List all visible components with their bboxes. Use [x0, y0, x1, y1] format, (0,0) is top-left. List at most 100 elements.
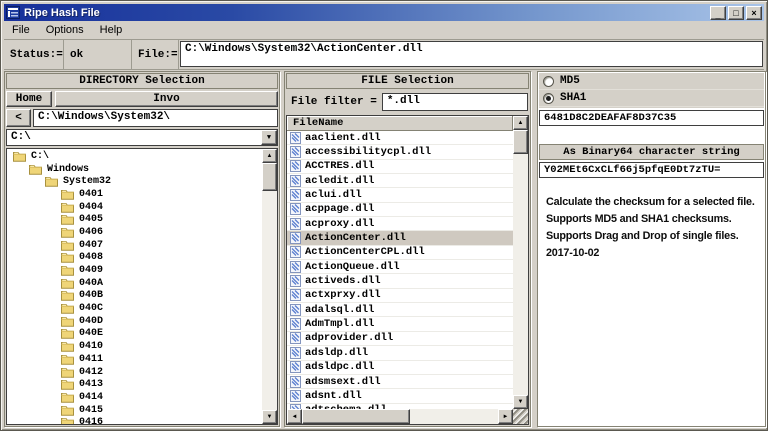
tree-scrollbar[interactable]: ▲ ▼	[262, 149, 277, 424]
file-filter-input[interactable]: *.dll	[381, 93, 528, 111]
tree-item[interactable]: C:\	[7, 150, 261, 163]
close-button[interactable]: ×	[746, 5, 762, 20]
tree-item[interactable]: 040A	[7, 277, 261, 290]
file-hscrollbar-track[interactable]	[410, 409, 498, 424]
file-row[interactable]: acproxy.dll	[287, 217, 513, 232]
file-hscrollbar-thumb[interactable]	[302, 409, 410, 424]
menu-item[interactable]: Help	[92, 23, 131, 38]
file-row[interactable]: activeds.dll	[287, 274, 513, 289]
radio-icon	[543, 75, 554, 87]
file-row[interactable]: adprovider.dll	[287, 332, 513, 347]
md5-radio-label: MD5	[560, 75, 580, 87]
file-row[interactable]: aaclient.dll	[287, 131, 513, 146]
tree-item[interactable]: 0410	[7, 340, 261, 353]
tree-item[interactable]: System32	[7, 175, 261, 188]
scroll-left-icon[interactable]: ◄	[287, 409, 302, 424]
dll-file-icon	[290, 275, 301, 288]
resize-grip[interactable]	[513, 409, 528, 424]
description-line: Calculate the checksum for a selected fi…	[546, 196, 755, 208]
tree-scrollbar-thumb[interactable]	[262, 163, 277, 191]
file-row[interactable]: ACCTRES.dll	[287, 160, 513, 175]
tree-item[interactable]: 040B	[7, 290, 261, 303]
file-row[interactable]: acledit.dll	[287, 174, 513, 189]
dll-file-icon	[290, 318, 301, 331]
sha1-radio[interactable]: SHA1	[539, 90, 764, 107]
scroll-right-icon[interactable]: ►	[498, 409, 513, 424]
file-list-scrollbar[interactable]: ▲ ▼	[513, 116, 528, 409]
file-row[interactable]: actxprxy.dll	[287, 289, 513, 304]
tree-item[interactable]: 0401	[7, 188, 261, 201]
file-row[interactable]: ActionQueue.dll	[287, 260, 513, 275]
tree-item[interactable]: 0409	[7, 264, 261, 277]
sha1-radio-label: SHA1	[560, 92, 587, 104]
tree-item[interactable]: 0416	[7, 416, 261, 424]
scroll-down-icon[interactable]: ▼	[262, 410, 277, 424]
tree-scrollbar-track[interactable]	[262, 191, 277, 410]
menu-item[interactable]: File	[4, 23, 38, 38]
folder-icon	[61, 227, 74, 238]
binary64-value-field[interactable]: Y02MEt6CxCLf66j5pfqE0Dt7zTU=	[539, 162, 764, 178]
scroll-up-icon[interactable]: ▲	[262, 149, 277, 163]
file-path-field[interactable]: C:\Windows\System32\ActionCenter.dll	[180, 41, 763, 67]
file-row[interactable]: adsldp.dll	[287, 346, 513, 361]
filter-row: File filter = *.dll	[286, 91, 529, 113]
file-list-hscrollbar[interactable]: ◄ ►	[287, 409, 513, 424]
minimize-button[interactable]: _	[710, 5, 726, 20]
file-row[interactable]: AdmTmpl.dll	[287, 317, 513, 332]
file-scrollbar-thumb[interactable]	[513, 130, 528, 154]
algorithm-radio-group: MD5 SHA1	[539, 73, 764, 108]
file-row[interactable]: ActionCenterCPL.dll	[287, 246, 513, 261]
file-scrollbar-track[interactable]	[513, 154, 528, 395]
tree-item[interactable]: Windows	[7, 163, 261, 176]
tree-item[interactable]: 0406	[7, 226, 261, 239]
file-row[interactable]: adsmsext.dll	[287, 375, 513, 390]
tree-item[interactable]: 0404	[7, 201, 261, 214]
folder-icon	[61, 342, 74, 352]
file-row[interactable]: acppage.dll	[287, 203, 513, 218]
folder-icon	[13, 151, 26, 162]
app-icon[interactable]	[6, 6, 20, 19]
file-row[interactable]: aclui.dll	[287, 188, 513, 203]
combo-dropdown-button[interactable]: ▼	[261, 130, 277, 145]
maximize-button[interactable]: □	[728, 5, 744, 20]
file-row[interactable]: ActionCenter.dll	[287, 231, 513, 246]
drive-combo[interactable]: C:\ ▼	[6, 129, 278, 146]
filename-column-header[interactable]: FileName	[287, 116, 513, 131]
current-path-field[interactable]: C:\Windows\System32\	[33, 109, 278, 127]
app-description: Calculate the checksum for a selected fi…	[546, 194, 763, 262]
file-row[interactable]: adsldpc.dll	[287, 361, 513, 375]
home-button[interactable]: Home	[6, 91, 52, 107]
back-button[interactable]: <	[6, 109, 31, 127]
tree-item[interactable]: 0412	[7, 366, 261, 379]
dll-file-icon	[290, 346, 301, 359]
app-window: Ripe Hash File _ □ × File Options Help Sta…	[0, 0, 768, 431]
folder-icon	[61, 405, 74, 416]
tree-item[interactable]: 040D	[7, 315, 261, 328]
dll-file-icon	[290, 203, 301, 216]
file-row[interactable]: accessibilitycpl.dll	[287, 145, 513, 160]
hash-value-field[interactable]: 6481D8C2DEAFAF8D37C35	[539, 110, 764, 126]
tree-item[interactable]: 0407	[7, 239, 261, 252]
tree-item[interactable]: 0415	[7, 404, 261, 417]
menu-item[interactable]: Options	[38, 23, 92, 38]
tree-item[interactable]: 0414	[7, 391, 261, 404]
invo-button[interactable]: Invo	[55, 91, 278, 107]
tree-item[interactable]: 0408	[7, 252, 261, 265]
file-row[interactable]: adsnt.dll	[287, 389, 513, 404]
tree-item[interactable]: 040E	[7, 328, 261, 341]
md5-radio[interactable]: MD5	[539, 73, 764, 90]
folder-icon	[61, 266, 74, 276]
file-panel-title: FILE Selection	[286, 73, 529, 89]
folder-icon	[61, 380, 74, 391]
scroll-up-icon[interactable]: ▲	[513, 116, 528, 130]
binary64-header: As Binary64 character string	[539, 144, 764, 160]
file-row[interactable]: adalsql.dll	[287, 303, 513, 318]
scroll-down-icon[interactable]: ▼	[513, 395, 528, 409]
folder-icon	[61, 354, 74, 365]
folder-icon	[61, 253, 74, 264]
dll-file-icon	[290, 160, 301, 173]
tree-item[interactable]: 0413	[7, 378, 261, 391]
tree-item[interactable]: 0405	[7, 213, 261, 226]
tree-item[interactable]: 0411	[7, 353, 261, 366]
tree-item[interactable]: 040C	[7, 302, 261, 315]
